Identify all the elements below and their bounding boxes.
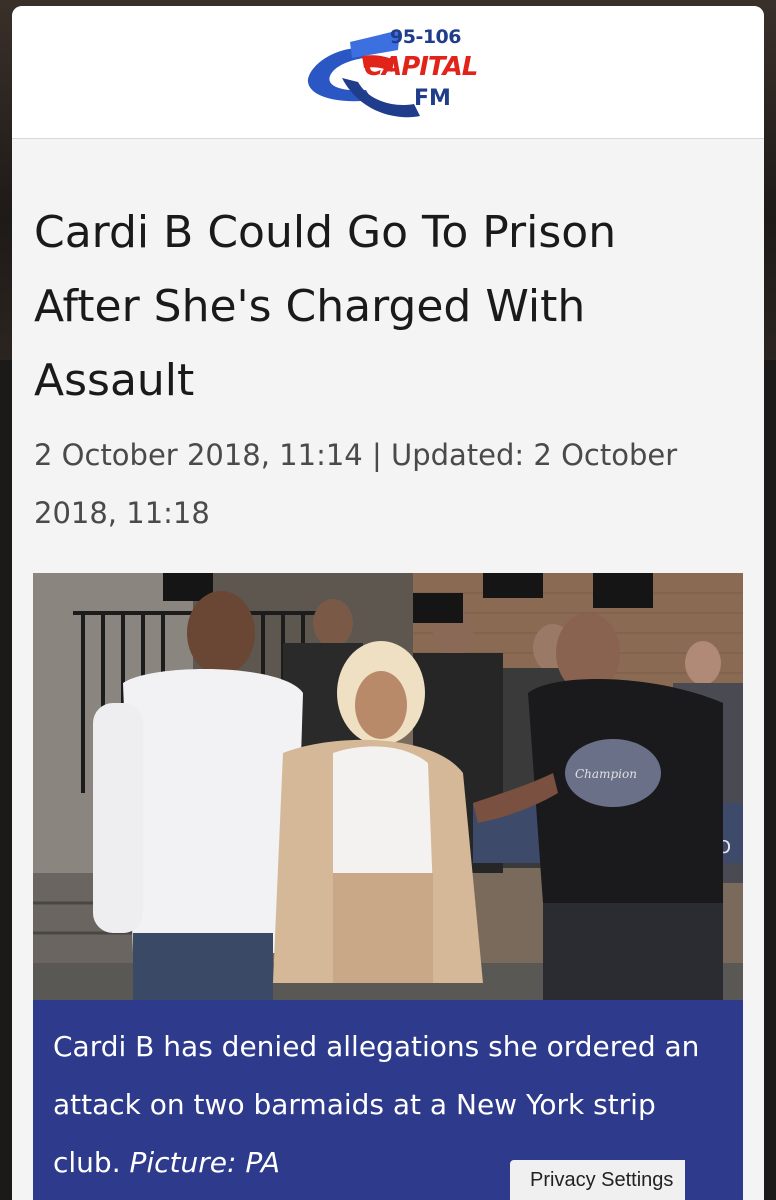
- caption-credit: Picture: PA: [129, 1146, 281, 1179]
- privacy-settings-button[interactable]: Privacy Settings: [510, 1160, 686, 1200]
- logo-frequency: 95-106: [390, 26, 462, 48]
- logo-name: CAPITAL: [364, 52, 478, 82]
- shirt-logo: Champion: [575, 767, 637, 781]
- article-card: 95-106 CAPITAL FM Cardi B Could Go To Pr…: [12, 6, 764, 1200]
- capital-fm-logo[interactable]: 95-106 CAPITAL FM: [302, 20, 482, 130]
- updated-label: Updated:: [390, 438, 525, 472]
- logo-suffix: FM: [414, 86, 451, 111]
- published-date: 2 October 2018, 11:14: [34, 438, 363, 472]
- site-header: 95-106 CAPITAL FM: [12, 6, 764, 139]
- article-meta: 2 October 2018, 11:14 | Updated: 2 Octob…: [34, 426, 734, 542]
- article-headline: Cardi B Could Go To Prison After She's C…: [34, 207, 617, 406]
- photo-illustration: DO PD Champion: [33, 573, 743, 1000]
- meta-separator: |: [371, 438, 382, 472]
- article-photo[interactable]: DO PD Champion: [33, 573, 743, 1000]
